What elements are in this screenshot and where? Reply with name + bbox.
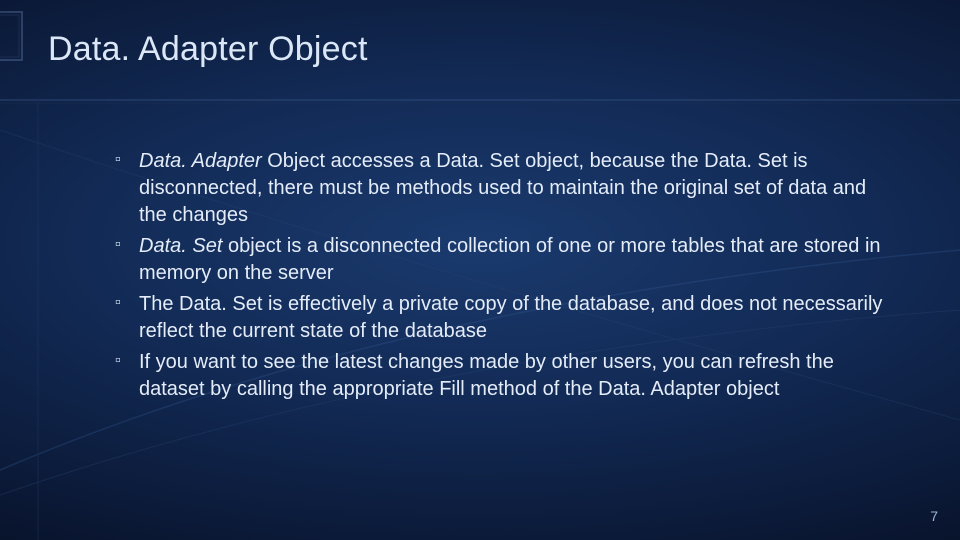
slide-title: Data. Adapter Object — [48, 30, 368, 69]
slide-body: Data. Adapter Object accesses a Data. Se… — [115, 148, 890, 407]
bullet-text: If you want to see the latest changes ma… — [139, 351, 834, 400]
bullet-lead: Data. Adapter — [139, 150, 262, 172]
bullet-list: Data. Adapter Object accesses a Data. Se… — [115, 148, 890, 403]
bullet-text: The Data. Set is effectively a private c… — [139, 293, 882, 342]
page-number: 7 — [930, 508, 938, 524]
bullet-text: object is a disconnected collection of o… — [139, 235, 881, 284]
list-item: Data. Set object is a disconnected colle… — [115, 233, 890, 287]
bullet-lead: Data. Set — [139, 235, 222, 257]
list-item: If you want to see the latest changes ma… — [115, 349, 890, 403]
list-item: The Data. Set is effectively a private c… — [115, 291, 890, 345]
slide: Data. Adapter Object Data. Adapter Objec… — [0, 0, 960, 540]
list-item: Data. Adapter Object accesses a Data. Se… — [115, 148, 890, 229]
